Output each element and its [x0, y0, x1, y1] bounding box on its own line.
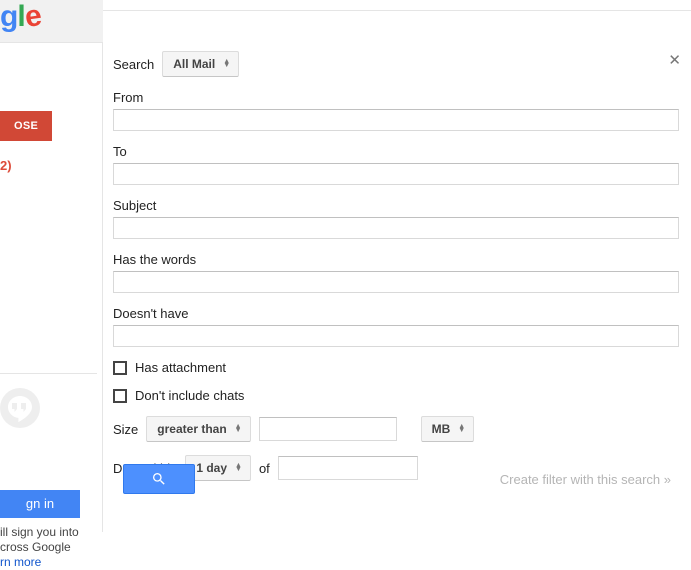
advanced-search-panel: ✕ Search All Mail ▲▼ From To Subject Has…: [103, 10, 691, 532]
search-scope-select[interactable]: All Mail ▲▼: [162, 51, 239, 77]
logo-letter: g: [0, 0, 17, 34]
chevron-up-down-icon: ▲▼: [223, 60, 230, 68]
blurb-line: cross Google: [0, 540, 71, 554]
size-unit-select[interactable]: MB ▲▼: [421, 416, 475, 442]
doesnt-have-input[interactable]: [113, 325, 679, 347]
to-label: To: [113, 144, 681, 159]
has-attachment-label: Has attachment: [135, 360, 226, 375]
search-icon: [151, 471, 167, 487]
top-bar: gle: [0, 0, 103, 43]
dont-include-chats-label: Don't include chats: [135, 388, 244, 403]
size-label: Size: [113, 422, 138, 437]
size-value-input[interactable]: [259, 417, 397, 441]
sidebar-separator: [0, 373, 97, 374]
sign-in-button[interactable]: gn in: [0, 490, 80, 518]
chevron-up-down-icon: ▲▼: [235, 425, 242, 433]
google-logo: gle: [0, 0, 40, 34]
size-unit-value: MB: [432, 422, 451, 436]
hangouts-icon: [0, 388, 40, 428]
doesnt-have-label: Doesn't have: [113, 306, 681, 321]
to-input[interactable]: [113, 163, 679, 185]
size-op-value: greater than: [157, 422, 226, 436]
search-scope-value: All Mail: [173, 57, 215, 71]
learn-more-link[interactable]: rn more: [0, 555, 41, 569]
sidebar: OSE 2) gn in ill sign you into cross Goo…: [0, 43, 103, 532]
has-attachment-checkbox[interactable]: [113, 361, 127, 375]
form-actions: Create filter with this search »: [123, 464, 671, 494]
inbox-count[interactable]: 2): [0, 158, 12, 173]
from-input[interactable]: [113, 109, 679, 131]
create-filter-link[interactable]: Create filter with this search »: [500, 472, 671, 487]
from-label: From: [113, 90, 681, 105]
search-scope-label: Search: [113, 57, 154, 72]
compose-button[interactable]: OSE: [0, 111, 52, 141]
subject-label: Subject: [113, 198, 681, 213]
logo-letter: e: [22, 0, 42, 35]
chevron-up-down-icon: ▲▼: [458, 425, 465, 433]
dont-include-chats-checkbox[interactable]: [113, 389, 127, 403]
subject-input[interactable]: [113, 217, 679, 239]
blurb-line: ill sign you into: [0, 525, 79, 539]
search-button[interactable]: [123, 464, 195, 494]
size-op-select[interactable]: greater than ▲▼: [146, 416, 250, 442]
has-words-input[interactable]: [113, 271, 679, 293]
has-words-label: Has the words: [113, 252, 681, 267]
advanced-search-form: Search All Mail ▲▼ From To Subject Has t…: [113, 51, 681, 494]
